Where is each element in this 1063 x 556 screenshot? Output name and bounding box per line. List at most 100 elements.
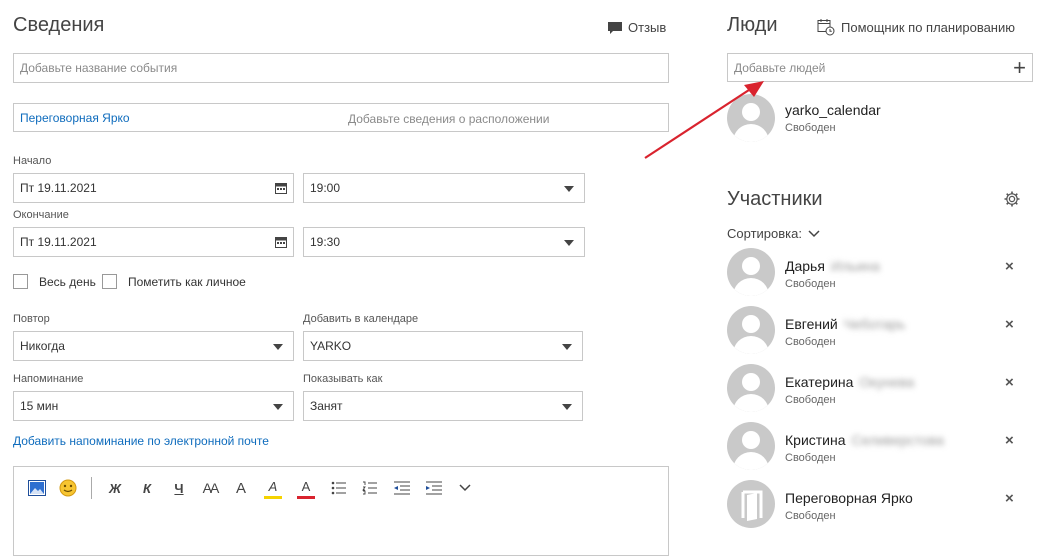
reminder-value: 15 мин: [20, 399, 59, 413]
attendee-last-name: Ильина: [830, 258, 880, 274]
end-time-select[interactable]: 19:30: [303, 227, 585, 257]
show-as-value: Занят: [310, 399, 343, 413]
avatar: [727, 306, 775, 354]
chevron-down-icon: [562, 344, 572, 350]
sort-label: Сортировка:: [727, 226, 802, 241]
attendee-name: Евгений Чеботарь: [785, 316, 905, 332]
start-date-value: Пт 19.11.2021: [20, 181, 97, 195]
attendee-status: Свободен: [785, 510, 836, 522]
end-time-value: 19:30: [310, 235, 341, 249]
start-time-value: 19:00: [310, 181, 341, 195]
attendee-first-name: Екатерина: [785, 374, 854, 390]
avatar: [727, 422, 775, 470]
attendee-name: Дарья Ильина: [785, 258, 880, 274]
remove-attendee-button[interactable]: ×: [1005, 258, 1014, 275]
chevron-down-icon: [273, 404, 283, 410]
reminder-label: Напоминание: [13, 373, 84, 385]
grow-font-button[interactable]: A: [232, 477, 250, 499]
add-people-placeholder: Добавьте людей: [734, 60, 826, 75]
add-icon[interactable]: +: [1013, 55, 1026, 81]
chevron-down-icon: [808, 229, 820, 237]
attendee-last-name: Селиверстова: [851, 432, 944, 448]
remove-attendee-button[interactable]: ×: [1005, 316, 1014, 333]
underline-button[interactable]: Ч: [170, 477, 188, 499]
private-label: Пометить как личное: [128, 275, 246, 289]
italic-button[interactable]: К: [138, 477, 156, 499]
organizer-name: yarko_calendar: [785, 102, 881, 118]
show-as-select[interactable]: Занят: [303, 391, 583, 421]
increase-indent-icon[interactable]: [424, 477, 444, 499]
chevron-down-icon: [564, 186, 574, 192]
emoji-icon[interactable]: [57, 477, 79, 499]
calendar-clock-icon: [817, 19, 835, 36]
insert-picture-icon[interactable]: [26, 477, 48, 499]
feedback-button[interactable]: Отзыв: [607, 20, 666, 35]
calendar-select[interactable]: YARKO: [303, 331, 583, 361]
repeat-value: Никогда: [20, 339, 65, 353]
end-date-field[interactable]: Пт 19.11.2021: [13, 227, 294, 257]
gear-icon[interactable]: [1003, 190, 1021, 208]
start-time-select[interactable]: 19:00: [303, 173, 585, 203]
feedback-icon: [608, 21, 622, 34]
remove-attendee-button[interactable]: ×: [1005, 374, 1014, 391]
attendee-name: Кристина Селиверстова: [785, 432, 944, 448]
avatar: [727, 248, 775, 296]
bullets-icon[interactable]: [329, 477, 349, 499]
add-people-input[interactable]: Добавьте людей +: [727, 53, 1033, 82]
numbering-icon[interactable]: [360, 477, 380, 499]
start-label: Начало: [13, 155, 52, 167]
people-title: Люди: [727, 14, 778, 36]
attendee-name: Переговорная Ярко: [785, 490, 913, 506]
font-size-button[interactable]: AA: [199, 477, 221, 499]
calendar-icon[interactable]: [275, 182, 287, 194]
attendee-name: Екатерина Окунева: [785, 374, 914, 390]
bold-button[interactable]: Ж: [106, 477, 124, 499]
font-color-button[interactable]: A: [297, 477, 315, 499]
remove-attendee-button[interactable]: ×: [1005, 432, 1014, 449]
reminder-select[interactable]: 15 мин: [13, 391, 294, 421]
repeat-select[interactable]: Никогда: [13, 331, 294, 361]
repeat-label: Повтор: [13, 313, 50, 325]
scheduling-assistant-label: Помощник по планированию: [841, 19, 1015, 35]
organizer-status: Свободен: [785, 122, 836, 134]
chevron-down-icon: [562, 404, 572, 410]
attendee-first-name: Переговорная Ярко: [785, 490, 913, 506]
attendee-first-name: Евгений: [785, 316, 838, 332]
location-room-link[interactable]: Переговорная Ярко: [20, 111, 130, 125]
attendee-status: Свободен: [785, 336, 836, 348]
attendee-status: Свободен: [785, 394, 836, 406]
body-editor[interactable]: Ж К Ч AA A A A: [13, 466, 669, 556]
location-input[interactable]: Переговорная Ярко Добавьте сведения о ра…: [13, 103, 669, 132]
chevron-down-icon: [273, 344, 283, 350]
attendee-first-name: Дарья: [785, 258, 825, 274]
attendees-title: Участники: [727, 188, 823, 210]
avatar: [727, 364, 775, 412]
calendar-icon[interactable]: [275, 236, 287, 248]
start-date-field[interactable]: Пт 19.11.2021: [13, 173, 294, 203]
event-name-placeholder: Добавьте название события: [20, 61, 178, 75]
end-date-value: Пт 19.11.2021: [20, 235, 97, 249]
end-label: Окончание: [13, 209, 69, 221]
all-day-label: Весь день: [39, 275, 96, 289]
remove-attendee-button[interactable]: ×: [1005, 490, 1014, 507]
attendee-last-name: Чеботарь: [843, 316, 906, 332]
details-title: Сведения: [13, 14, 105, 36]
private-checkbox[interactable]: [102, 274, 117, 289]
highlight-button[interactable]: A: [264, 477, 282, 499]
add-email-reminder-link[interactable]: Добавить напоминание по электронной почт…: [13, 434, 269, 448]
calendar-value: YARKO: [310, 339, 352, 353]
attendee-status: Свободен: [785, 452, 836, 464]
show-as-label: Показывать как: [303, 373, 383, 385]
calendar-label: Добавить в календаре: [303, 313, 419, 325]
more-options-chevron-icon[interactable]: [456, 477, 474, 499]
arrow-annotation-icon: [644, 81, 764, 159]
all-day-checkbox[interactable]: [13, 274, 28, 289]
room-avatar-icon: [727, 480, 775, 528]
decrease-indent-icon[interactable]: [392, 477, 412, 499]
toolbar-divider: [91, 477, 92, 499]
attendee-last-name: Окунева: [859, 374, 915, 390]
scheduling-assistant-button[interactable]: Помощник по планированию: [817, 18, 1015, 36]
feedback-label: Отзыв: [628, 20, 667, 35]
sort-dropdown[interactable]: Сортировка:: [727, 226, 820, 241]
event-name-input[interactable]: Добавьте название события: [13, 53, 669, 83]
